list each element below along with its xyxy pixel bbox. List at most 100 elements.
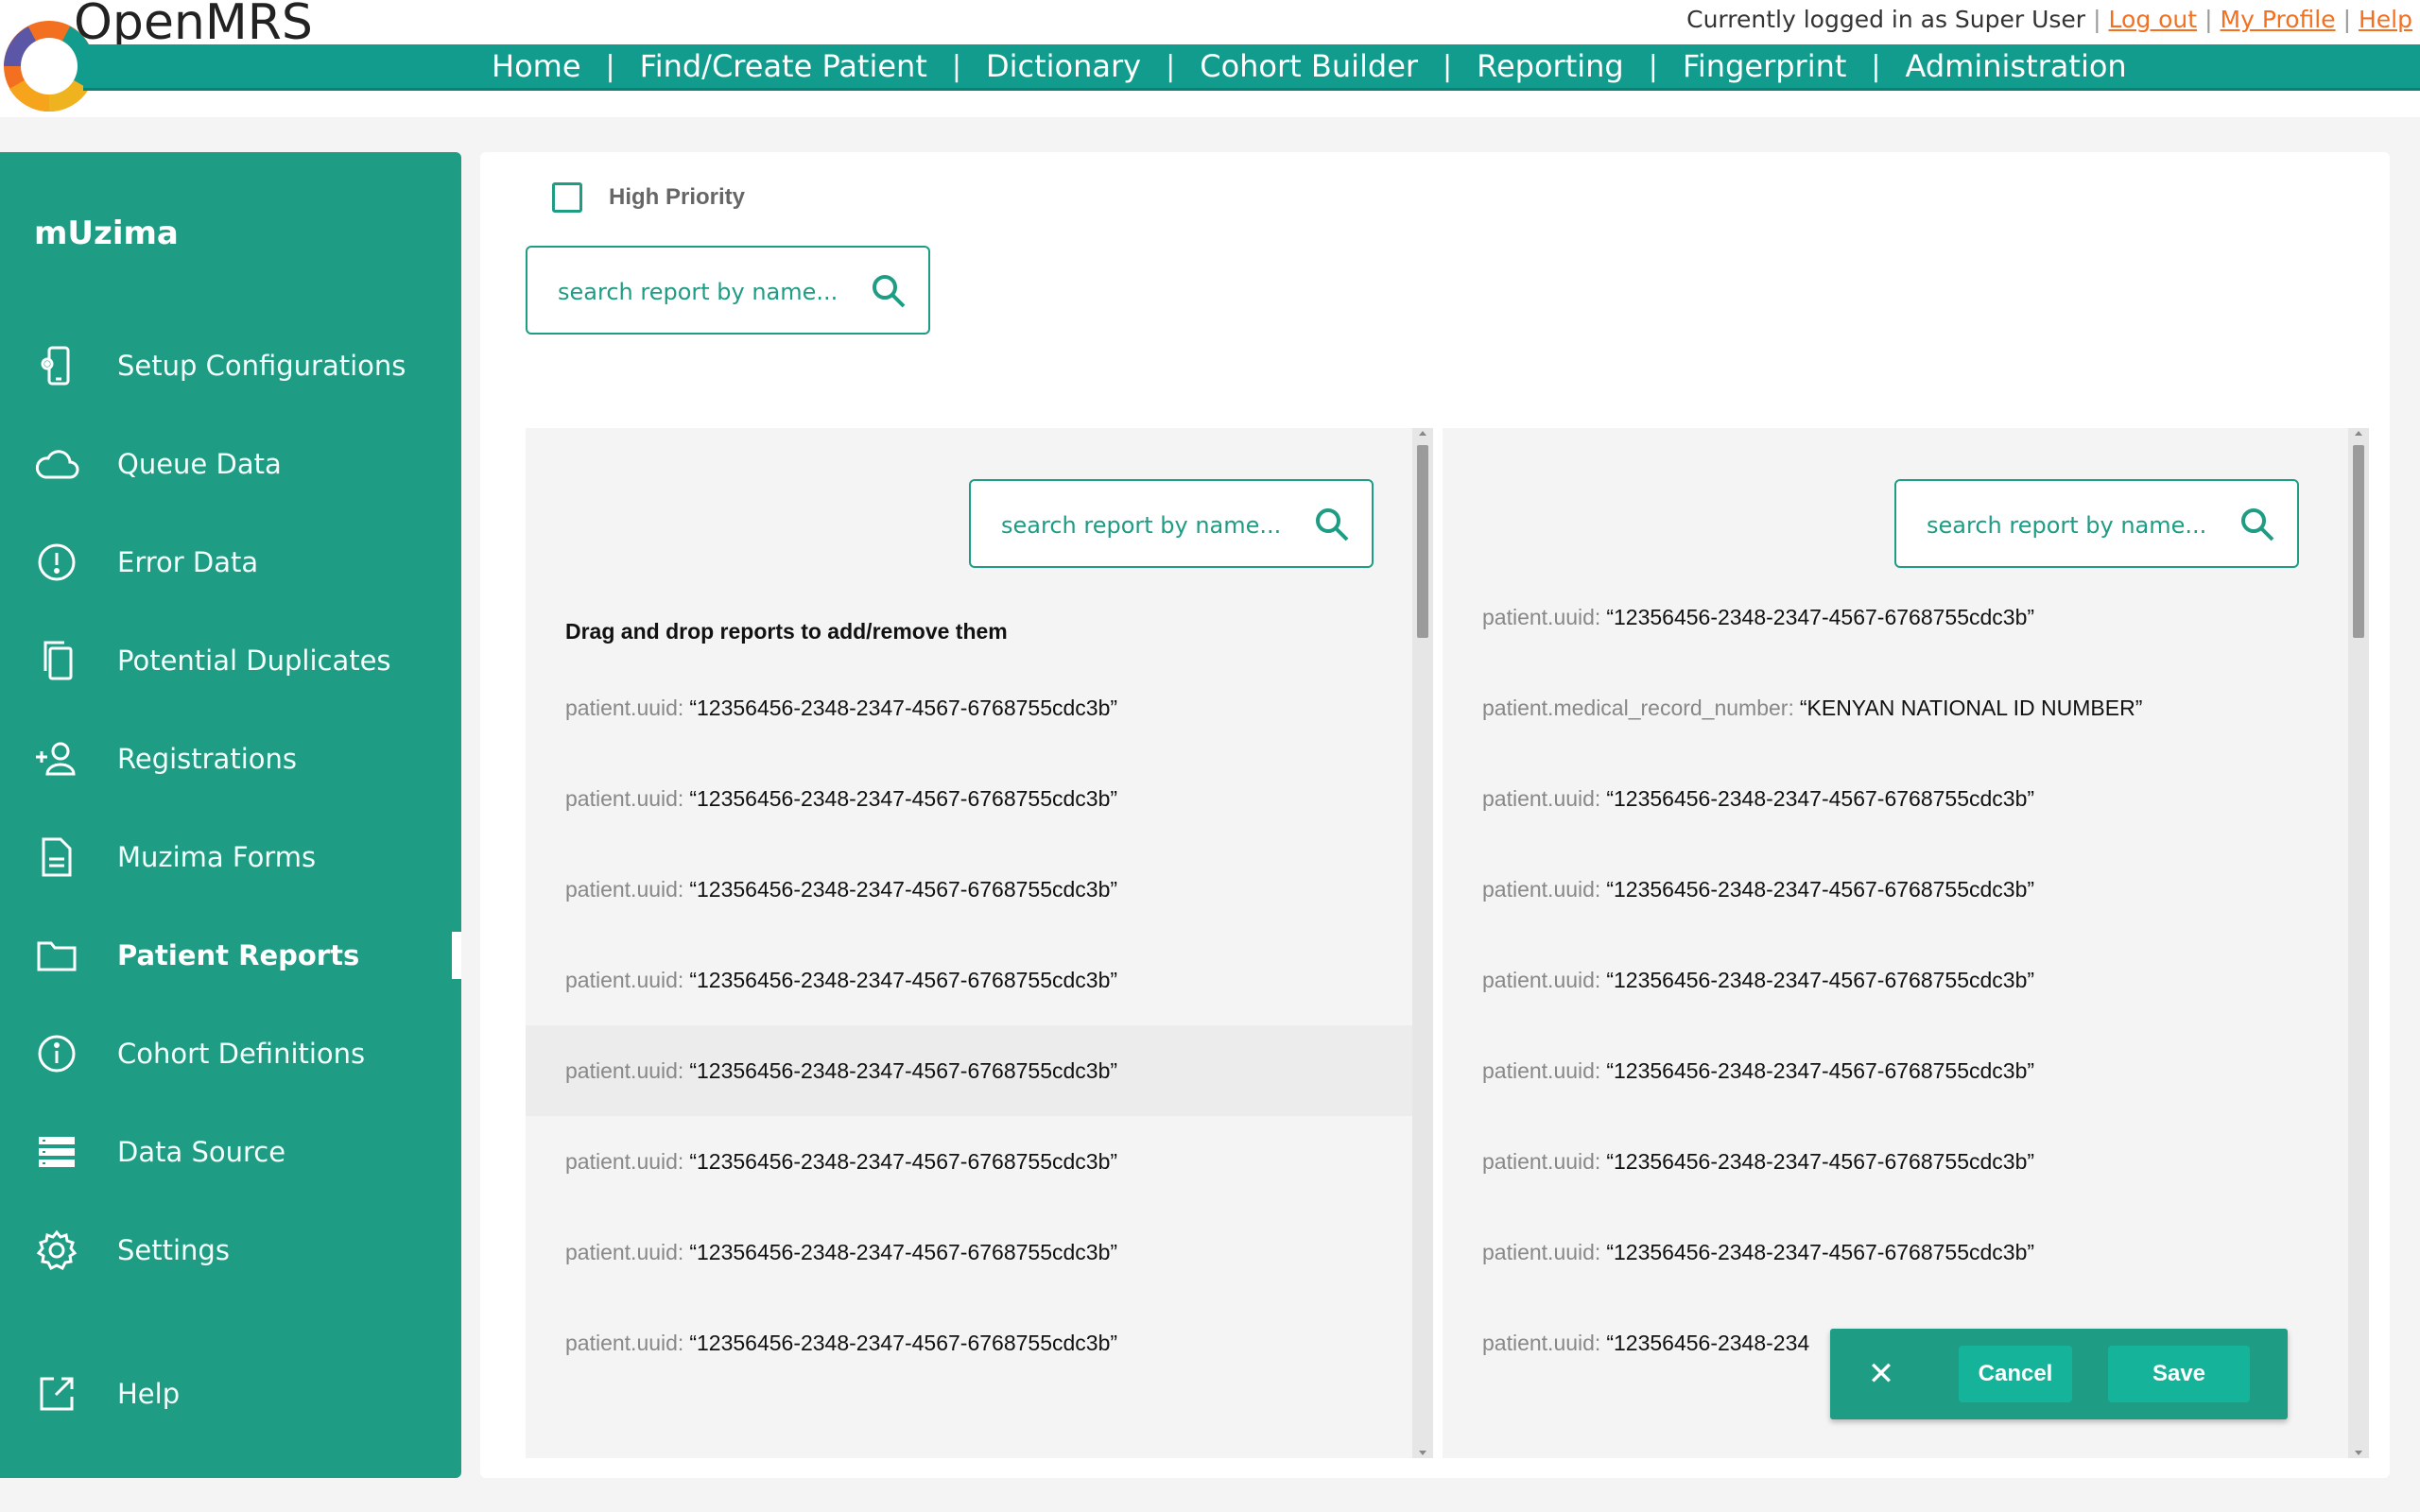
nav-find-create-patient[interactable]: Find/Create Patient bbox=[615, 48, 952, 84]
high-priority-row: High Priority bbox=[552, 182, 745, 213]
sidebar-item-help[interactable]: Help bbox=[0, 1361, 461, 1427]
logout-link[interactable]: Log out bbox=[2109, 6, 2198, 33]
nav-cohort-builder[interactable]: Cohort Builder bbox=[1175, 48, 1443, 84]
right-pane-search-input[interactable] bbox=[1925, 507, 2212, 543]
item-key: patient.uuid: bbox=[1482, 785, 1601, 811]
help-link[interactable]: Help bbox=[2359, 6, 2412, 33]
sidebar-item-label: Setup Configurations bbox=[117, 350, 406, 382]
scrollbar-thumb[interactable] bbox=[2353, 445, 2364, 638]
sidebar-item-queue-data[interactable]: Queue Data bbox=[0, 431, 461, 497]
sidebar-item-muzima-forms[interactable]: Muzima Forms bbox=[0, 824, 461, 890]
search-icon[interactable] bbox=[1313, 506, 1351, 543]
item-value: “12356456-2348-2347-4567-6768755cdc3b” bbox=[1606, 1057, 2035, 1083]
item-value: “12356456-2348-2347-4567-6768755cdc3b” bbox=[1606, 967, 2035, 992]
scroll-down-arrow-icon[interactable] bbox=[1419, 1451, 1426, 1455]
selected-reports-pane: patient.uuid:“12356456-2348-2347-4567-67… bbox=[1443, 428, 2369, 1458]
nav-separator: | bbox=[1648, 49, 1658, 83]
scrollbar-thumb[interactable] bbox=[1417, 445, 1428, 638]
nav-dictionary[interactable]: Dictionary bbox=[961, 48, 1166, 84]
top-header: OpenMRS Currently logged in as Super Use… bbox=[0, 0, 2420, 117]
list-item[interactable]: patient.uuid: “12356456-2348-2347-4567-67… bbox=[526, 935, 1412, 1025]
left-report-list: patient.uuid: “12356456-2348-2347-4567-67… bbox=[526, 662, 1412, 1388]
sidebar-item-setup-configurations[interactable]: Setup Configurations bbox=[0, 333, 461, 399]
item-value: “KENYAN NATIONAL ID NUMBER” bbox=[1799, 695, 2143, 720]
item-key: patient.uuid: bbox=[1482, 1239, 1601, 1264]
list-item-hovered[interactable]: patient.uuid: “12356456-2348-2347-4567-67… bbox=[526, 1025, 1412, 1116]
nav-underline bbox=[83, 88, 2420, 91]
add-user-icon bbox=[34, 736, 79, 782]
sidebar-item-patient-reports[interactable]: Patient Reports bbox=[0, 922, 461, 988]
left-pane-scrollbar[interactable] bbox=[1412, 428, 1433, 1458]
left-pane-search-input[interactable] bbox=[999, 507, 1287, 543]
list-item[interactable]: patient.uuid: “12356456-2348-2347-4567-67… bbox=[526, 1297, 1412, 1388]
separator: | bbox=[2093, 6, 2101, 33]
item-key: patient.uuid: bbox=[565, 695, 684, 720]
left-pane-search-box bbox=[969, 479, 1374, 568]
nav-separator: | bbox=[605, 49, 615, 83]
nav-administration[interactable]: Administration bbox=[1881, 48, 2152, 84]
my-profile-link[interactable]: My Profile bbox=[2221, 6, 2336, 33]
item-value: “12356456-2348-234 bbox=[1606, 1330, 1810, 1355]
close-icon[interactable]: ✕ bbox=[1862, 1355, 1900, 1393]
scroll-up-arrow-icon[interactable] bbox=[2355, 431, 2362, 436]
list-item[interactable]: patient.uuid: “12356456-2348-2347-4567-67… bbox=[1443, 1025, 2348, 1116]
nav-reporting[interactable]: Reporting bbox=[1452, 48, 1649, 84]
server-icon bbox=[34, 1129, 79, 1175]
right-pane-scrollbar[interactable] bbox=[2348, 428, 2369, 1458]
list-item[interactable]: patient.uuid: “12356456-2348-2347-4567-67… bbox=[1443, 572, 2348, 662]
drag-drop-instruction: Drag and drop reports to add/remove them bbox=[565, 619, 1008, 644]
list-item[interactable]: patient.uuid: “12356456-2348-2347-4567-67… bbox=[526, 662, 1412, 753]
list-item[interactable]: patient.uuid: “12356456-2348-2347-4567-67… bbox=[1443, 1207, 2348, 1297]
list-item[interactable]: patient.uuid: “12356456-2348-2347-4567-67… bbox=[526, 1207, 1412, 1297]
main-panel: High Priority Drag and drop reports to a… bbox=[480, 152, 2390, 1478]
report-search-input[interactable] bbox=[556, 274, 843, 310]
nav-fingerprint[interactable]: Fingerprint bbox=[1658, 48, 1872, 84]
sidebar-item-error-data[interactable]: Error Data bbox=[0, 529, 461, 595]
item-value: “12356456-2348-2347-4567-6768755cdc3b” bbox=[1606, 1148, 2035, 1174]
item-key: patient.uuid: bbox=[1482, 604, 1601, 629]
list-item[interactable]: patient.medical_record_number: “KENYAN NA… bbox=[1443, 662, 2348, 753]
search-icon[interactable] bbox=[870, 272, 908, 310]
right-pane-search-box bbox=[1894, 479, 2299, 568]
scroll-down-arrow-icon[interactable] bbox=[2355, 1451, 2362, 1455]
cancel-button[interactable]: Cancel bbox=[1959, 1346, 2072, 1402]
list-item[interactable]: patient.uuid: “12356456-2348-2347-4567-67… bbox=[1443, 1116, 2348, 1207]
list-item[interactable]: patient.uuid: “12356456-2348-2347-4567-67… bbox=[1443, 844, 2348, 935]
sidebar-item-label: Help bbox=[117, 1378, 181, 1410]
item-value: “12356456-2348-2347-4567-6768755cdc3b” bbox=[689, 876, 1118, 902]
search-icon[interactable] bbox=[2238, 506, 2276, 543]
list-item[interactable]: patient.uuid: “12356456-2348-2347-4567-67… bbox=[526, 1116, 1412, 1207]
item-key: patient.uuid: bbox=[1482, 1057, 1601, 1083]
sidebar-item-settings[interactable]: Settings bbox=[0, 1217, 461, 1283]
gear-icon bbox=[34, 1228, 79, 1273]
item-key: patient.uuid: bbox=[1482, 876, 1601, 902]
sidebar-item-label: Muzima Forms bbox=[117, 841, 317, 873]
sidebar-item-label: Error Data bbox=[117, 546, 259, 578]
high-priority-label: High Priority bbox=[609, 184, 746, 210]
item-value: “12356456-2348-2347-4567-6768755cdc3b” bbox=[1606, 785, 2035, 811]
item-key: patient.uuid: bbox=[1482, 967, 1601, 992]
user-bar: Currently logged in as Super User | Log … bbox=[1686, 6, 2412, 33]
list-item[interactable]: patient.uuid: “12356456-2348-2347-4567-67… bbox=[1443, 935, 2348, 1025]
alert-circle-icon bbox=[34, 540, 79, 585]
high-priority-checkbox[interactable] bbox=[552, 182, 582, 213]
item-value: “12356456-2348-2347-4567-6768755cdc3b” bbox=[689, 1239, 1118, 1264]
item-key: patient.uuid: bbox=[565, 785, 684, 811]
sidebar-item-cohort-definitions[interactable]: Cohort Definitions bbox=[0, 1021, 461, 1087]
sidebar-item-registrations[interactable]: Registrations bbox=[0, 726, 461, 792]
nav-home[interactable]: Home bbox=[467, 48, 606, 84]
list-item[interactable]: patient.uuid: “12356456-2348-2347-4567-67… bbox=[526, 753, 1412, 844]
item-value: “12356456-2348-2347-4567-6768755cdc3b” bbox=[1606, 876, 2035, 902]
cloud-icon bbox=[34, 441, 79, 487]
sidebar-item-data-source[interactable]: Data Source bbox=[0, 1119, 461, 1185]
list-item[interactable]: patient.uuid: “12356456-2348-2347-4567-67… bbox=[1443, 753, 2348, 844]
save-button[interactable]: Save bbox=[2108, 1346, 2250, 1402]
brand-name: OpenMRS bbox=[74, 0, 313, 51]
sidebar: mUzima Setup Configurations Queue Data E… bbox=[0, 152, 461, 1478]
list-item[interactable]: patient.uuid: “12356456-2348-2347-4567-67… bbox=[526, 844, 1412, 935]
item-value: “12356456-2348-2347-4567-6768755cdc3b” bbox=[689, 1057, 1118, 1083]
scroll-up-arrow-icon[interactable] bbox=[1419, 431, 1426, 436]
page-footer-strip bbox=[0, 1486, 2420, 1512]
sidebar-title: mUzima bbox=[34, 215, 179, 252]
sidebar-item-potential-duplicates[interactable]: Potential Duplicates bbox=[0, 627, 461, 694]
